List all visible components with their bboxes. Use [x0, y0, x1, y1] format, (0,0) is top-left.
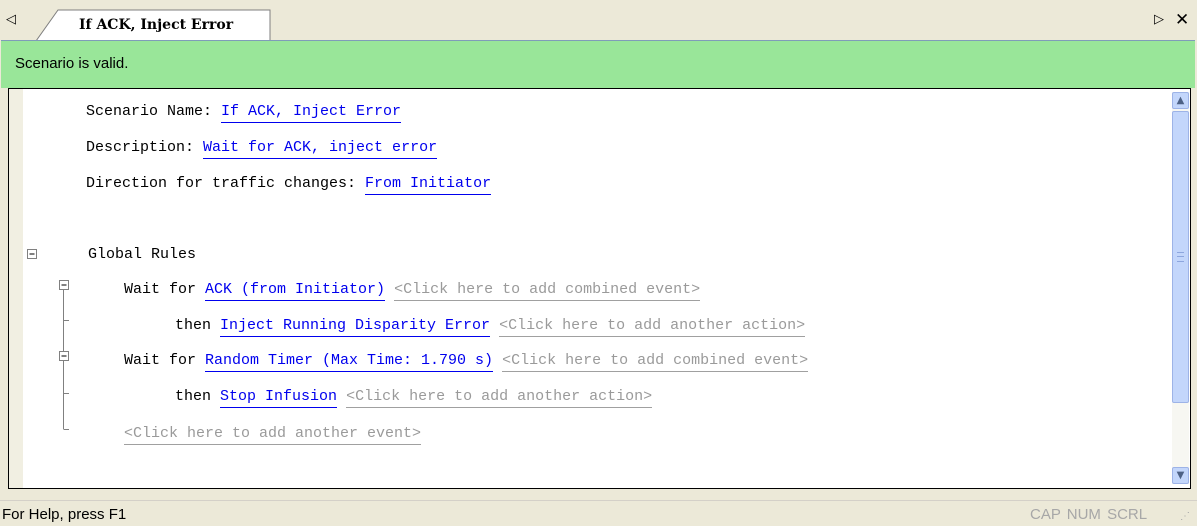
wait-event-row-1: Wait for ACK (from Initiator) <Click her…: [124, 281, 701, 301]
add-action-link[interactable]: <Click here to add another action>: [346, 388, 653, 408]
rule-tree-lines: [27, 249, 69, 430]
collapse-global-rules-icon: [27, 249, 37, 259]
global-rules-heading: Global Rules: [88, 246, 197, 263]
scenario-name-row: Scenario Name: If ACK, Inject Error: [86, 103, 402, 123]
description-row: Description: Wait for ACK, inject error: [86, 139, 438, 159]
scroll-down-icon[interactable]: ▼: [1172, 467, 1189, 484]
tab-title: If ACK, Inject Error: [79, 17, 234, 33]
direction-link[interactable]: From Initiator: [365, 175, 492, 195]
scroll-up-icon[interactable]: ▲: [1172, 92, 1189, 109]
event-link-random-timer[interactable]: Random Timer (Max Time: 1.790 s): [205, 352, 494, 372]
status-indicators: CAP NUM SCRL: [1030, 506, 1148, 523]
add-event-row: <Click here to add another event>: [124, 425, 422, 445]
then-prefix: then: [175, 388, 221, 405]
action-link-stop-infusion[interactable]: Stop Infusion: [220, 388, 338, 408]
validation-message: Scenario is valid.: [15, 55, 129, 72]
scroll-tabs-left-icon[interactable]: ◁: [6, 12, 16, 27]
scenario-name-link[interactable]: If ACK, Inject Error: [221, 103, 402, 123]
wait-event-row-2: Wait for Random Timer (Max Time: 1.790 s…: [124, 352, 809, 372]
collapse-wait2-icon: [59, 351, 69, 361]
event-link-ack[interactable]: ACK (from Initiator): [205, 281, 386, 301]
close-icon[interactable]: ✕: [1175, 10, 1189, 30]
add-combined-event-link[interactable]: <Click here to add combined event>: [502, 352, 809, 372]
status-bar: For Help, press F1 CAP NUM SCRL ⋰: [0, 500, 1197, 526]
tab-bar: ◁ If ACK, Inject Error ▷ ✕: [0, 0, 1197, 41]
validation-banner: Scenario is valid.: [1, 40, 1195, 88]
grip-icon: [1177, 252, 1184, 262]
scrollbar-thumb[interactable]: [1172, 111, 1189, 403]
action-row-1: then Inject Running Disparity Error <Cli…: [175, 317, 806, 337]
resize-grip-icon[interactable]: ⋰: [1180, 511, 1190, 522]
add-combined-event-link[interactable]: <Click here to add combined event>: [394, 281, 701, 301]
wait-prefix: Wait for: [124, 352, 206, 369]
vertical-scrollbar[interactable]: ▲ ▼: [1172, 92, 1189, 484]
scroll-tabs-right-icon[interactable]: ▷: [1154, 12, 1164, 27]
collapse-wait1-icon: [59, 280, 69, 290]
then-prefix: then: [175, 317, 221, 334]
action-link-inject-error[interactable]: Inject Running Disparity Error: [220, 317, 491, 337]
action-row-2: then Stop Infusion <Click here to add an…: [175, 388, 653, 408]
wait-prefix: Wait for: [124, 281, 206, 298]
add-event-link[interactable]: <Click here to add another event>: [124, 425, 422, 445]
status-help-text: For Help, press F1: [2, 506, 127, 523]
scenario-editor: Scenario Name: If ACK, Inject Error Desc…: [8, 88, 1191, 489]
tab-scenario[interactable]: If ACK, Inject Error: [36, 9, 272, 41]
description-link[interactable]: Wait for ACK, inject error: [203, 139, 438, 159]
direction-row: Direction for traffic changes: From Init…: [86, 175, 492, 195]
add-action-link[interactable]: <Click here to add another action>: [499, 317, 806, 337]
